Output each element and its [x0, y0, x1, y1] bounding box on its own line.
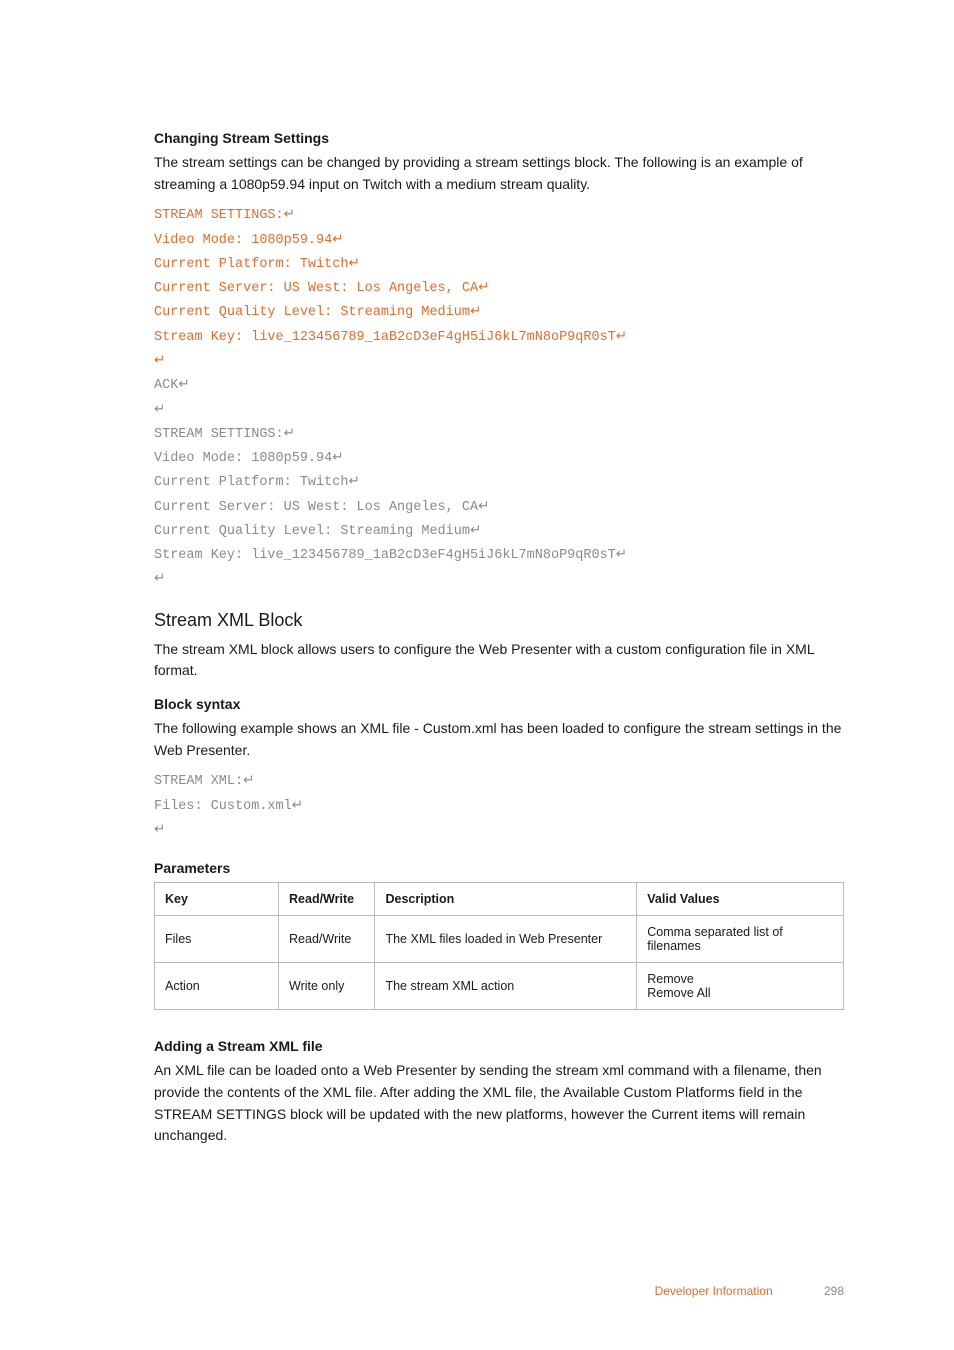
- col-readwrite-header: Read/Write: [279, 883, 375, 916]
- footer-section-name: Developer Information: [655, 1284, 773, 1298]
- return-icon: ↵: [348, 255, 359, 270]
- parameters-table: Key Read/Write Description Valid Values …: [154, 882, 844, 1010]
- parameters-heading: Parameters: [154, 860, 844, 876]
- block-syntax-para: The following example shows an XML file …: [154, 718, 844, 761]
- stream-xml-code-block: STREAM XML:↵Files: Custom.xml↵↵: [154, 769, 844, 842]
- block-syntax-heading: Block syntax: [154, 696, 844, 712]
- return-icon: ↵: [332, 449, 343, 464]
- return-icon: ↵: [616, 546, 627, 561]
- return-icon: ↵: [478, 279, 489, 294]
- return-icon: ↵: [243, 772, 254, 787]
- return-icon: ↵: [470, 303, 481, 318]
- code-line: Current Platform: Twitch: [154, 257, 348, 272]
- table-cell: Write only: [279, 963, 375, 1010]
- code-line: Files: Custom.xml: [154, 799, 292, 814]
- changing-stream-settings-heading: Changing Stream Settings: [154, 130, 844, 146]
- table-cell: Files: [155, 916, 279, 963]
- return-icon: ↵: [292, 797, 303, 812]
- stream-settings-code-block: STREAM SETTINGS:↵Video Mode: 1080p59.94↵…: [154, 203, 844, 591]
- return-icon: ↵: [284, 206, 295, 221]
- return-icon: ↵: [154, 352, 165, 367]
- stream-xml-block-heading: Stream XML Block: [154, 610, 844, 631]
- code-line: Stream Key: live_123456789_1aB2cD3eF4gH5…: [154, 548, 616, 563]
- return-icon: ↵: [332, 231, 343, 246]
- col-description-header: Description: [375, 883, 637, 916]
- return-icon: ↵: [616, 328, 627, 343]
- table-cell: The stream XML action: [375, 963, 637, 1010]
- code-line: Current Server: US West: Los Angeles, CA: [154, 500, 478, 515]
- code-line: STREAM SETTINGS:: [154, 427, 284, 442]
- return-icon: ↵: [478, 498, 489, 513]
- table-row: FilesRead/WriteThe XML files loaded in W…: [155, 916, 844, 963]
- col-key-header: Key: [155, 883, 279, 916]
- code-line: STREAM XML:: [154, 774, 243, 789]
- code-line: ACK: [154, 378, 178, 393]
- table-row: ActionWrite onlyThe stream XML actionRem…: [155, 963, 844, 1010]
- code-line: Video Mode: 1080p59.94: [154, 233, 332, 248]
- col-validvalues-header: Valid Values: [637, 883, 844, 916]
- stream-xml-block-para: The stream XML block allows users to con…: [154, 639, 844, 682]
- table-cell: Read/Write: [279, 916, 375, 963]
- return-icon: ↵: [284, 425, 295, 440]
- code-line: Current Quality Level: Streaming Medium: [154, 305, 470, 320]
- return-icon: ↵: [470, 522, 481, 537]
- page-footer: Developer Information 298: [655, 1284, 844, 1298]
- code-line: Current Quality Level: Streaming Medium: [154, 524, 470, 539]
- footer-page-number: 298: [824, 1284, 844, 1298]
- return-icon: ↵: [154, 570, 165, 585]
- adding-stream-xml-heading: Adding a Stream XML file: [154, 1038, 844, 1054]
- table-cell: Comma separated list of filenames: [637, 916, 844, 963]
- adding-stream-xml-para: An XML file can be loaded onto a Web Pre…: [154, 1060, 844, 1147]
- table-cell: RemoveRemove All: [637, 963, 844, 1010]
- page-container: Changing Stream Settings The stream sett…: [0, 0, 954, 1350]
- code-line: Video Mode: 1080p59.94: [154, 451, 332, 466]
- table-header-row: Key Read/Write Description Valid Values: [155, 883, 844, 916]
- changing-stream-settings-para: The stream settings can be changed by pr…: [154, 152, 844, 195]
- table-cell: The XML files loaded in Web Presenter: [375, 916, 637, 963]
- code-line: STREAM SETTINGS:: [154, 208, 284, 223]
- code-line: Stream Key: live_123456789_1aB2cD3eF4gH5…: [154, 330, 616, 345]
- return-icon: ↵: [178, 376, 189, 391]
- return-icon: ↵: [348, 473, 359, 488]
- table-cell: Action: [155, 963, 279, 1010]
- return-icon: ↵: [154, 821, 165, 836]
- code-line: Current Platform: Twitch: [154, 475, 348, 490]
- return-icon: ↵: [154, 401, 165, 416]
- code-line: Current Server: US West: Los Angeles, CA: [154, 281, 478, 296]
